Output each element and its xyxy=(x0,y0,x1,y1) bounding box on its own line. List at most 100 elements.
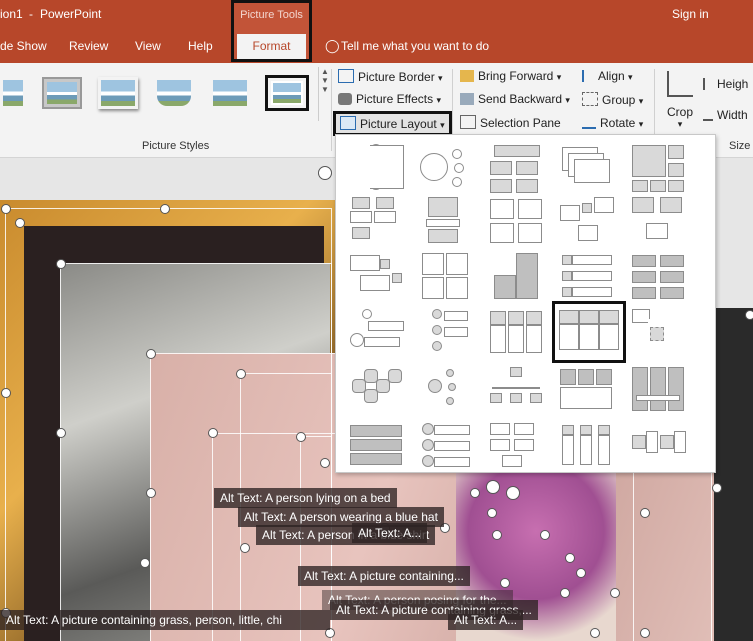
picture-layout-option[interactable] xyxy=(630,143,688,195)
picture-layout-option[interactable] xyxy=(348,307,406,359)
picture-layout-option[interactable] xyxy=(418,307,476,359)
picture-layout-option-selected[interactable] xyxy=(552,301,626,363)
rotate-button[interactable]: Rotate ▾ xyxy=(582,115,643,130)
picture-layout-option[interactable] xyxy=(558,365,616,417)
tab-help[interactable]: Help xyxy=(188,39,213,53)
gallery-scroll[interactable]: ▲ ▼ ▼ xyxy=(318,67,331,121)
picture-layout-option[interactable] xyxy=(348,195,406,247)
resize-handle[interactable] xyxy=(560,588,570,598)
picture-layout-option[interactable] xyxy=(348,365,406,417)
tab-view[interactable]: View xyxy=(135,39,161,53)
resize-handle[interactable] xyxy=(240,543,250,553)
align-button[interactable]: Align ▾ xyxy=(582,69,633,83)
picture-style-thumb-2[interactable] xyxy=(42,77,82,109)
picture-layout-option[interactable] xyxy=(630,421,688,473)
chevron-down-icon: ▾ xyxy=(556,72,562,82)
height-field[interactable]: Heigh xyxy=(703,77,748,91)
selection-pane-button[interactable]: Selection Pane xyxy=(460,115,561,130)
picture-styles-group-label: Picture Styles xyxy=(142,140,210,152)
picture-layout-option[interactable] xyxy=(418,143,476,195)
tab-slide-show[interactable]: de Show xyxy=(0,39,47,53)
picture-layout-option[interactable] xyxy=(348,421,406,473)
picture-style-thumb-4[interactable] xyxy=(154,77,194,109)
resize-handle[interactable] xyxy=(492,530,502,540)
tab-format[interactable]: Format xyxy=(237,34,306,59)
width-field[interactable]: Width xyxy=(703,107,748,122)
picture-layout-option[interactable] xyxy=(488,421,546,473)
resize-handle[interactable] xyxy=(146,349,156,359)
resize-handle[interactable] xyxy=(1,388,11,398)
group-button[interactable]: Group ▾ xyxy=(582,92,643,107)
picture-layout-option[interactable] xyxy=(488,251,546,303)
picture-layout-label: Picture Layout xyxy=(360,117,437,131)
resize-handle[interactable] xyxy=(1,204,11,214)
picture-layout-option[interactable] xyxy=(630,307,688,359)
picture-layout-option[interactable] xyxy=(488,307,546,359)
ribbon-divider xyxy=(331,69,332,151)
resize-handle[interactable] xyxy=(296,432,306,442)
rotate-icon xyxy=(582,115,596,129)
picture-layout-option[interactable] xyxy=(488,195,546,247)
resize-handle[interactable] xyxy=(590,628,600,638)
picture-layout-option[interactable] xyxy=(558,421,616,473)
picture-layout-option[interactable] xyxy=(418,251,476,303)
picture-layout-option[interactable] xyxy=(630,365,688,417)
resize-handle[interactable] xyxy=(712,483,722,493)
resize-handle[interactable] xyxy=(160,204,170,214)
picture-layout-option[interactable] xyxy=(630,195,688,247)
resize-handle[interactable] xyxy=(487,508,497,518)
resize-handle[interactable] xyxy=(540,530,550,540)
resize-handle[interactable] xyxy=(208,428,218,438)
resize-handle[interactable] xyxy=(610,588,620,598)
rotate-label: Rotate xyxy=(600,116,636,130)
resize-handle[interactable] xyxy=(56,428,66,438)
crop-button[interactable]: Crop ▾ xyxy=(662,71,698,130)
resize-handle[interactable] xyxy=(15,218,25,228)
picture-layout-option[interactable] xyxy=(488,143,546,195)
resize-handle[interactable] xyxy=(640,628,650,638)
picture-layout-option[interactable] xyxy=(630,251,688,303)
rotate-handle[interactable] xyxy=(486,480,500,494)
picture-layout-option[interactable] xyxy=(348,251,406,303)
rotate-handle[interactable] xyxy=(318,166,332,180)
resize-handle[interactable] xyxy=(640,508,650,518)
picture-border-label: Picture Border xyxy=(358,70,435,84)
picture-layout-option[interactable] xyxy=(488,365,546,417)
rotate-handle[interactable] xyxy=(506,486,520,500)
resize-handle[interactable] xyxy=(500,578,510,588)
resize-handle[interactable] xyxy=(56,259,66,269)
chevron-down-icon: ▾ xyxy=(565,95,570,105)
resize-handle[interactable] xyxy=(565,553,575,563)
resize-handle[interactable] xyxy=(470,488,480,498)
tell-me-search[interactable]: Tell me what you want to do xyxy=(341,39,489,53)
bring-forward-button[interactable]: Bring Forward ▾ xyxy=(460,69,561,83)
picture-layout-option[interactable] xyxy=(558,195,616,247)
picture-border-button[interactable]: Picture Border ▾ xyxy=(338,69,443,84)
resize-handle[interactable] xyxy=(236,369,246,379)
resize-handle[interactable] xyxy=(576,568,586,578)
picture-style-thumb-1[interactable] xyxy=(0,77,26,109)
resize-handle[interactable] xyxy=(140,558,150,568)
picture-layout-option[interactable] xyxy=(418,365,476,417)
picture-layout-option[interactable] xyxy=(418,421,476,473)
resize-handle[interactable] xyxy=(146,488,156,498)
resize-handle[interactable] xyxy=(320,458,330,468)
picture-layout-button[interactable]: Picture Layout ▾ xyxy=(333,111,452,136)
picture-layout-option[interactable] xyxy=(348,143,406,195)
picture-style-thumb-5[interactable] xyxy=(210,77,250,109)
resize-handle[interactable] xyxy=(745,310,753,320)
picture-layout-option[interactable] xyxy=(418,195,476,247)
picture-layout-option[interactable] xyxy=(558,143,616,195)
height-icon xyxy=(703,78,713,90)
picture-effects-button[interactable]: Picture Effects ▾ xyxy=(338,92,441,106)
picture-style-thumb-3[interactable] xyxy=(98,77,138,109)
chevron-down-icon: ▾ xyxy=(638,119,644,129)
sign-in-link[interactable]: Sign in xyxy=(672,7,709,21)
photo-dark-right[interactable] xyxy=(714,308,753,641)
send-backward-button[interactable]: Send Backward ▾ xyxy=(460,92,570,106)
selection-pane-label: Selection Pane xyxy=(480,116,561,130)
picture-style-thumb-selected[interactable] xyxy=(265,75,309,111)
tab-review[interactable]: Review xyxy=(69,39,108,53)
picture-layout-gallery[interactable] xyxy=(335,134,716,473)
picture-layout-option[interactable] xyxy=(558,251,616,303)
